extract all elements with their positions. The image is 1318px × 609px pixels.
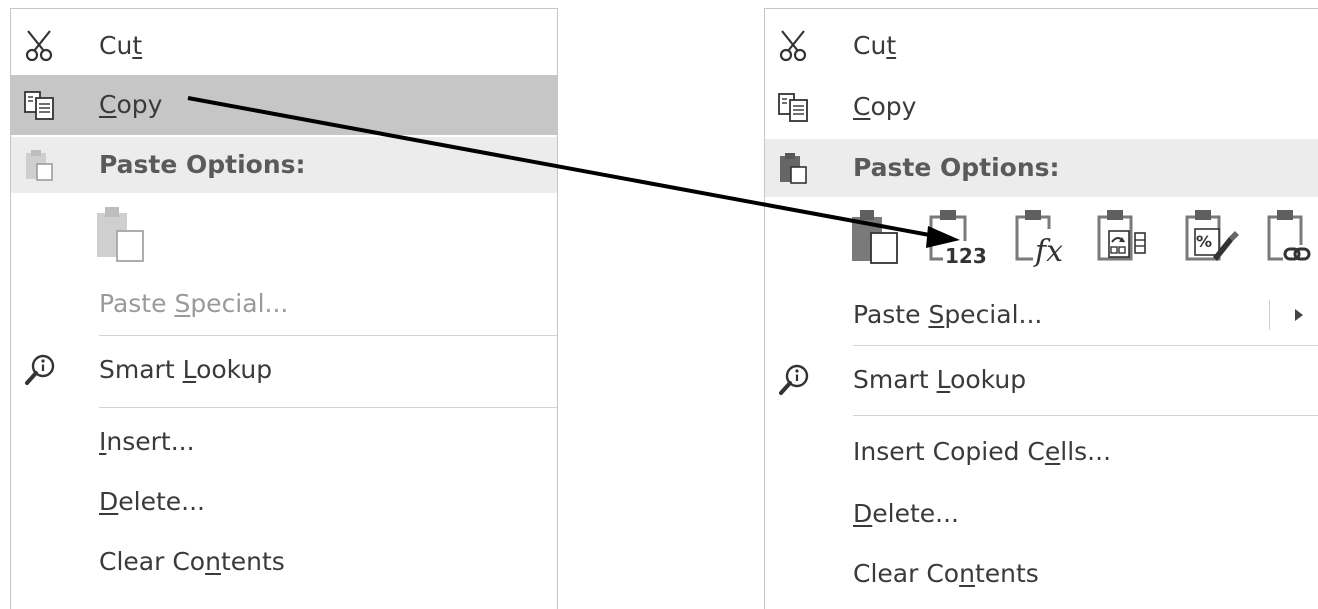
menu-item-smart-lookup-label: Smart Lookup [99, 355, 273, 384]
paste-transpose-icon[interactable] [1095, 207, 1157, 269]
context-menu-before: Cut Copy Paste Options: Paste Special...… [10, 8, 558, 609]
menu-item-paste-special[interactable]: Paste Special... [11, 279, 557, 329]
separator [853, 415, 1318, 416]
paste-values-icon[interactable]: 123 [925, 207, 987, 269]
menu-item-clear-contents-label: Clear Contents [99, 547, 285, 576]
paste-percent-glyph: % [1196, 232, 1212, 251]
menu-item-smart-lookup[interactable]: Smart Lookup [11, 345, 557, 395]
menu-item-delete-label: Delete... [99, 487, 205, 516]
copy-icon [17, 82, 63, 128]
paste-button-disabled[interactable] [95, 205, 155, 271]
menu-item-cut-label: Cut [99, 31, 143, 60]
smart-lookup-icon [771, 357, 817, 403]
paste-values-digits: 123 [945, 244, 987, 268]
menu-item-delete[interactable]: Delete... [765, 489, 1318, 539]
menu-item-copy[interactable]: Copy [765, 81, 1318, 133]
paste-formatting-icon[interactable]: % [1181, 207, 1243, 269]
clipboard-icon [771, 145, 817, 191]
separator [99, 407, 557, 408]
paste-button[interactable] [849, 207, 911, 269]
menu-item-cut[interactable]: Cut [765, 23, 1318, 69]
context-menu-after: Cut Copy Paste Options: 123 fx % Paste S… [764, 8, 1318, 609]
scissors-icon [771, 23, 817, 69]
menu-item-clear-contents[interactable]: Clear Contents [11, 537, 557, 587]
submenu-divider [1269, 300, 1270, 330]
menu-item-smart-lookup[interactable]: Smart Lookup [765, 355, 1318, 405]
paste-options-header: Paste Options: [11, 137, 557, 193]
scissors-icon [17, 23, 63, 69]
copy-icon [771, 84, 817, 130]
paste-options-header: Paste Options: [765, 139, 1318, 197]
smart-lookup-icon [17, 347, 63, 393]
menu-item-paste-special[interactable]: Paste Special... [765, 289, 1318, 341]
menu-item-clear-contents[interactable]: Clear Contents [765, 549, 1318, 599]
clipboard-icon [17, 142, 63, 188]
paste-formulas-glyph: fx [1033, 234, 1063, 269]
menu-item-delete[interactable]: Delete... [11, 477, 557, 527]
menu-item-copy-label: Copy [853, 92, 917, 121]
submenu-arrow-icon[interactable] [1295, 309, 1303, 321]
menu-item-insert-copied-cells[interactable]: Insert Copied Cells... [765, 427, 1318, 477]
menu-item-insert-label: Insert... [99, 427, 195, 456]
paste-options-label: Paste Options: [99, 150, 306, 179]
paste-link-icon[interactable] [1263, 207, 1318, 269]
menu-item-smart-lookup-label: Smart Lookup [853, 365, 1027, 394]
paste-options-label: Paste Options: [853, 153, 1060, 182]
paste-formulas-icon[interactable]: fx [1013, 207, 1075, 269]
menu-item-paste-special-label: Paste Special... [853, 300, 1043, 329]
menu-item-copy[interactable]: Copy [11, 75, 557, 135]
menu-item-delete-label: Delete... [853, 499, 959, 528]
menu-item-insert[interactable]: Insert... [11, 417, 557, 467]
menu-item-cut-label: Cut [853, 31, 897, 60]
menu-item-copy-label: Copy [99, 90, 163, 119]
separator [853, 345, 1318, 346]
menu-item-paste-special-label: Paste Special... [99, 289, 289, 318]
separator [99, 335, 557, 336]
menu-item-cut[interactable]: Cut [11, 23, 557, 69]
menu-item-clear-contents-label: Clear Contents [853, 559, 1039, 588]
menu-item-insert-copied-cells-label: Insert Copied Cells... [853, 437, 1112, 466]
